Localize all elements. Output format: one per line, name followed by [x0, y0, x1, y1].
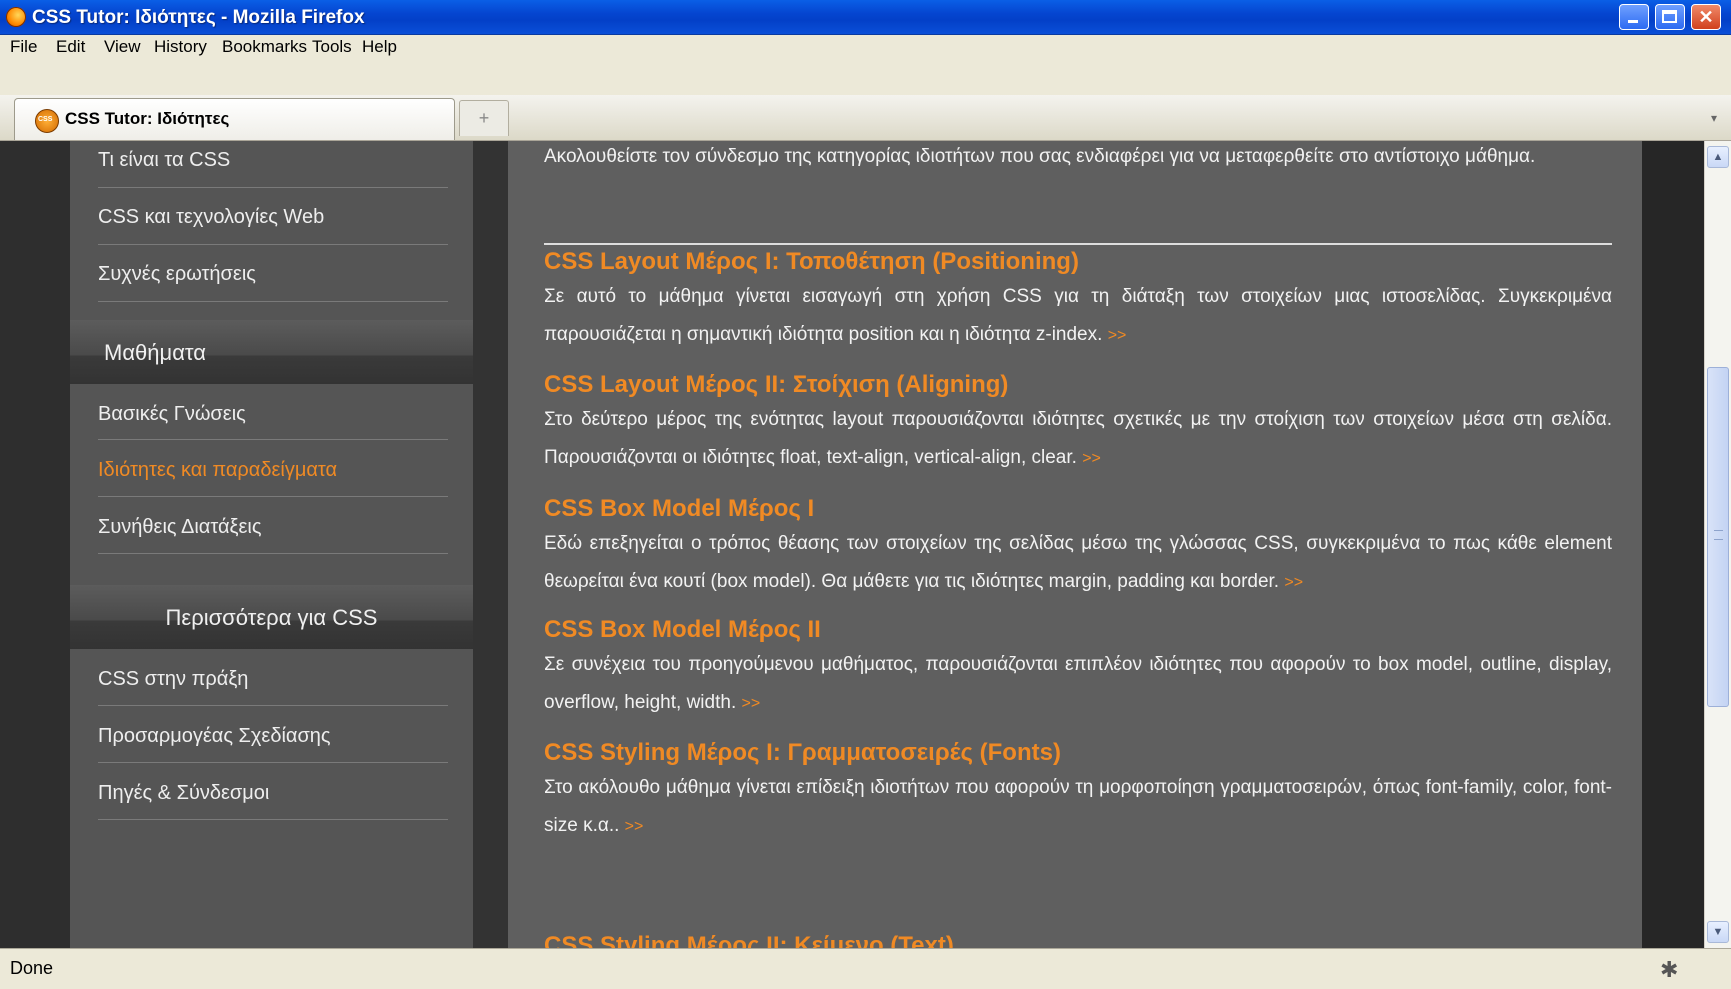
scroll-down-icon[interactable]: ▼ [1707, 921, 1729, 943]
tab-label: CSS Tutor: Ιδιότητες [65, 109, 230, 128]
more-link[interactable]: >> [625, 818, 644, 835]
sidebar-item-basics[interactable]: Βασικές Γνώσεις [98, 403, 246, 426]
sidebar-item-properties[interactable]: Ιδιότητες και παραδείγματα [98, 459, 337, 482]
divider [98, 762, 448, 763]
more-link[interactable]: >> [1284, 574, 1303, 591]
page-left-margin [0, 141, 70, 948]
lesson-description: Σε αυτό το μάθημα γίνεται εισαγωγή στη χ… [544, 278, 1612, 355]
list-all-tabs-icon[interactable]: ▾ [1700, 100, 1728, 136]
sidebar: Τι είναι τα CSS CSS και τεχνολογίες Web … [70, 141, 473, 948]
lesson-title[interactable]: CSS Styling Μέρος II: Κείμενο (Text) [544, 932, 954, 948]
menu-help[interactable]: Help [362, 37, 397, 57]
menu-bookmarks[interactable]: Bookmarks [222, 37, 307, 57]
vertical-scrollbar[interactable]: ▲ ▼ [1704, 141, 1731, 948]
intro-text-body: Ακολουθείστε τον σύνδεσμο της κατηγορίας… [544, 146, 1536, 167]
divider [98, 496, 448, 497]
menu-history[interactable]: History [154, 37, 207, 57]
close-icon: ✕ [1698, 7, 1714, 27]
sidebar-section-title: Περισσότερα για CSS [165, 605, 378, 630]
lesson-title[interactable]: CSS Layout Μέρος II: Στοίχιση (Aligning) [544, 371, 1008, 399]
sidebar-section-title: Μαθήματα [104, 340, 207, 365]
divider [98, 439, 448, 440]
window-title: CSS Tutor: Ιδιότητες - Mozilla Firefox [32, 7, 365, 28]
lesson-title[interactable]: CSS Layout Μέρος I: Τοποθέτηση (Position… [544, 248, 1079, 276]
sidebar-item-what-is-css[interactable]: Τι είναι τα CSS [98, 149, 230, 172]
lesson-description: Σε συνέχεια του προηγούμενου μαθήματος, … [544, 646, 1612, 723]
divider [98, 244, 448, 245]
scroll-up-icon[interactable]: ▲ [1707, 146, 1729, 168]
css-tutor-favicon-icon [35, 109, 59, 133]
sidebar-item-css-practice[interactable]: CSS στην πράξη [98, 668, 248, 691]
sidebar-item-faq[interactable]: Συχνές ερωτήσεις [98, 263, 256, 286]
page-viewport: Τι είναι τα CSS CSS και τεχνολογίες Web … [0, 141, 1704, 948]
divider [98, 819, 448, 820]
lesson-description: Στο ακόλουθο μάθημα γίνεται επίδειξη ιδι… [544, 769, 1612, 846]
divider [98, 301, 448, 302]
status-bar: Done ✱ [0, 948, 1731, 989]
main-content: Ακολουθείστε τον σύνδεσμο της κατηγορίας… [508, 141, 1642, 948]
firebug-icon[interactable]: ✱ [1660, 957, 1678, 983]
sidebar-section-heading: Μαθήματα [70, 320, 473, 384]
lesson-title[interactable]: CSS Box Model Μέρος II [544, 616, 821, 644]
menu-bar: File Edit View History Bookmarks Tools H… [0, 35, 1731, 57]
lesson-text: Σε αυτό το μάθημα γίνεται εισαγωγή στη χ… [544, 286, 1612, 345]
menu-view[interactable]: View [104, 37, 141, 57]
status-text: Done [10, 958, 54, 978]
minimize-icon [1628, 20, 1638, 23]
firefox-icon [6, 7, 26, 27]
lesson-description: Εδώ επεξηγείται ο τρόπος θέασης των στοι… [544, 525, 1612, 602]
tab-css-tutor[interactable]: CSS Tutor: Ιδιότητες [14, 98, 455, 140]
intro-text: Ακολουθείστε τον σύνδεσμο της κατηγορίας… [544, 141, 1612, 176]
close-button[interactable]: ✕ [1691, 4, 1721, 30]
menu-edit[interactable]: Edit [56, 37, 85, 57]
column-gap [473, 141, 508, 948]
menu-tools[interactable]: Tools [312, 37, 352, 57]
new-tab-button[interactable]: + [459, 100, 509, 136]
sidebar-item-sources-links[interactable]: Πηγές & Σύνδεσμοι [98, 782, 269, 805]
sidebar-item-css-web-tech[interactable]: CSS και τεχνολογίες Web [98, 206, 324, 229]
divider [98, 553, 448, 554]
page-right-margin [1642, 141, 1704, 948]
menu-file[interactable]: File [10, 37, 37, 57]
lesson-text: Εδώ επεξηγείται ο τρόπος θέασης των στοι… [544, 533, 1612, 592]
more-link[interactable]: >> [742, 695, 761, 712]
more-link[interactable]: >> [1108, 327, 1127, 344]
more-link[interactable]: >> [1082, 450, 1101, 467]
lesson-title[interactable]: CSS Box Model Μέρος I [544, 495, 814, 523]
lesson-text: Στο δεύτερο μέρος της ενότητας layout πα… [544, 409, 1612, 468]
lesson-text: Σε συνέχεια του προηγούμενου μαθήματος, … [544, 654, 1612, 713]
content-divider [544, 243, 1612, 245]
grip-icon [1714, 530, 1723, 540]
sidebar-section-heading: Περισσότερα για CSS [70, 585, 473, 649]
lesson-text: Στο ακόλουθο μάθημα γίνεται επίδειξη ιδι… [544, 777, 1612, 836]
lesson-description: Στο δεύτερο μέρος της ενότητας layout πα… [544, 401, 1612, 478]
lesson-title[interactable]: CSS Styling Μέρος I: Γραμματοσειρές (Fon… [544, 739, 1061, 767]
sidebar-item-design-adapter[interactable]: Προσαρμογέας Σχεδίασης [98, 725, 331, 748]
sidebar-item-common-layouts[interactable]: Συνήθεις Διατάξεις [98, 516, 262, 539]
minimize-button[interactable] [1619, 4, 1649, 30]
scrollbar-thumb[interactable] [1707, 367, 1729, 707]
window-title-bar[interactable]: CSS Tutor: Ιδιότητες - Mozilla Firefox ✕ [0, 0, 1731, 35]
maximize-icon [1662, 10, 1677, 23]
maximize-button[interactable] [1655, 4, 1685, 30]
divider [98, 187, 448, 188]
divider [98, 705, 448, 706]
